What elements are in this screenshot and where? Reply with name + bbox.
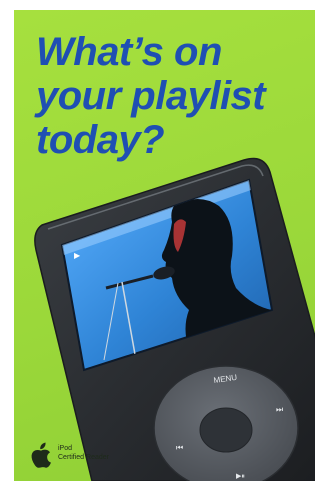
previous-icon[interactable]: ⏮ — [176, 443, 183, 452]
certified-line-1: iPod — [58, 445, 73, 452]
click-wheel[interactable]: MENU ⏮ ⏭ ▶⏸ — [153, 365, 299, 481]
certified-text: iPod Certified Reader — [58, 444, 109, 462]
center-button[interactable] — [199, 407, 253, 453]
next-icon[interactable]: ⏭ — [276, 405, 283, 414]
play-indicator-icon: ▶ — [74, 251, 81, 260]
ipod-illustration: ▶ MENU ⏮ ⏭ ▶⏸ — [34, 157, 315, 481]
apple-logo-icon — [31, 442, 51, 468]
play-pause-icon[interactable]: ▶⏸ — [236, 472, 245, 480]
certified-badge: iPod Certified Reader — [30, 442, 109, 468]
certified-line-2: Certified Reader — [58, 454, 109, 461]
poster: What’s on your playlist today? ▶ MENU ⏮ … — [14, 10, 315, 481]
